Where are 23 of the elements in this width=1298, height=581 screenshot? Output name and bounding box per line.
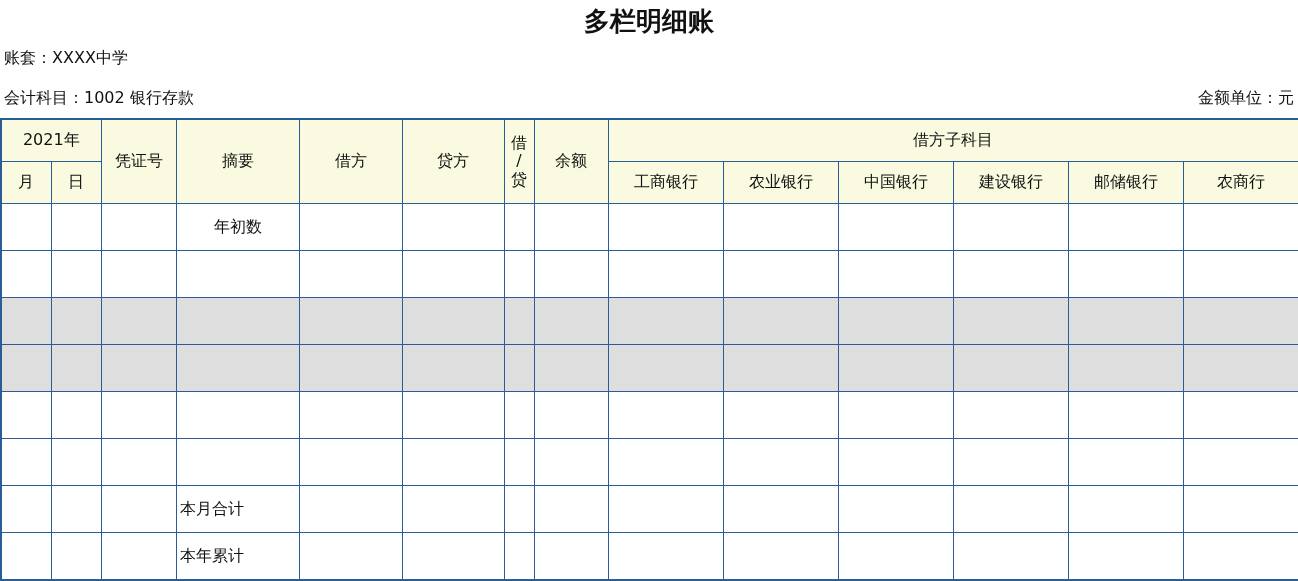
- table-cell: 本月合计: [176, 485, 299, 533]
- column-header: 月: [1, 161, 51, 204]
- page-title: 多栏明细账: [583, 5, 715, 38]
- unit-label: 金额单位：元: [1198, 87, 1294, 109]
- column-header: 2021年: [1, 119, 101, 162]
- column-header: 摘要: [176, 119, 299, 204]
- column-header: 凭证号: [101, 119, 176, 204]
- column-header: 农商行: [1183, 161, 1298, 204]
- table-cell: 本年累计: [176, 532, 299, 580]
- column-header: 邮储银行: [1068, 161, 1183, 204]
- column-header: 借方子科目: [608, 119, 1298, 162]
- column-header: 农业银行: [723, 161, 838, 204]
- column-header: 余额: [534, 119, 608, 204]
- column-header: 中国银行: [838, 161, 953, 204]
- column-header: 借方: [299, 119, 402, 204]
- account-set-label: 账套：XXXX中学: [4, 47, 128, 69]
- column-header: 建设银行: [953, 161, 1068, 204]
- subject-label: 会计科目：1002 银行存款: [4, 87, 194, 109]
- column-header: 工商银行: [608, 161, 723, 204]
- table-cell: 年初数: [176, 203, 299, 251]
- column-header: 借/贷: [504, 119, 534, 204]
- column-header: 贷方: [402, 119, 504, 204]
- column-header: 日: [51, 161, 101, 204]
